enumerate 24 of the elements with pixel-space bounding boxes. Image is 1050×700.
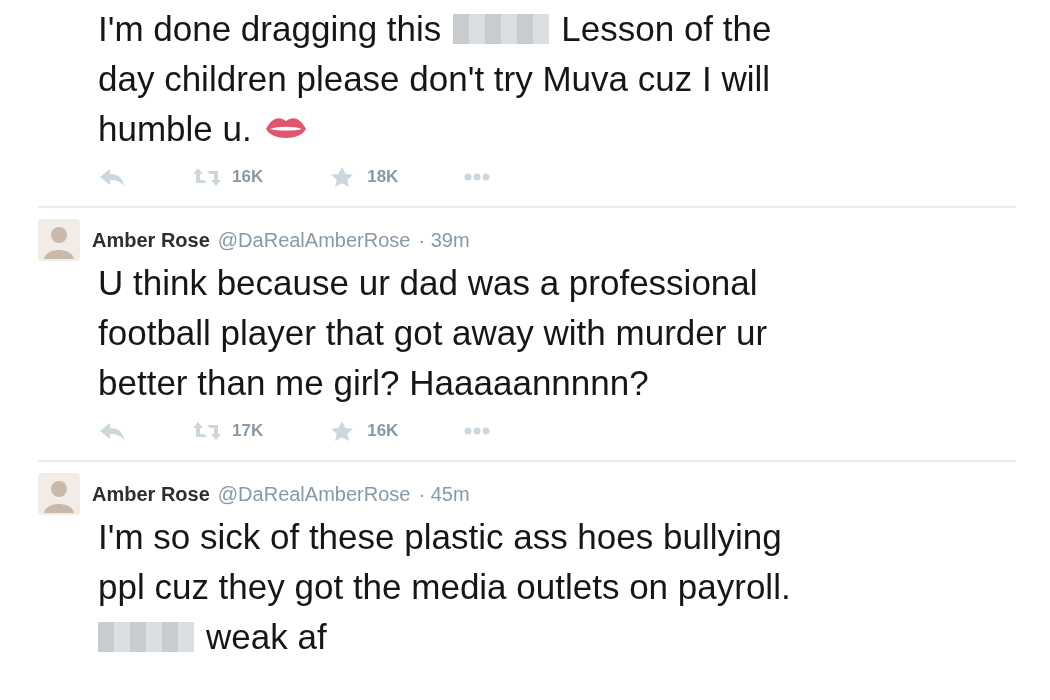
favorite-button[interactable]: 16K bbox=[327, 420, 399, 442]
avatar-icon[interactable] bbox=[38, 473, 80, 515]
retweet-icon bbox=[192, 166, 222, 188]
tweet-text: I'm so sick of these plastic ass hoes bullying bbox=[98, 516, 782, 558]
author-name[interactable]: Amber Rose bbox=[92, 482, 210, 506]
tweet-text: I'm done dragging this bbox=[98, 8, 442, 50]
tweet-text: Lesson of the bbox=[561, 8, 772, 50]
tweet-time[interactable]: · 45m bbox=[418, 482, 470, 506]
tweet-text: ppl cuz they got the media outlets on payroll. bbox=[98, 566, 791, 608]
tweet-time[interactable]: · 39m bbox=[418, 228, 470, 252]
tweet-text: weak af bbox=[206, 616, 327, 658]
avatar-icon[interactable] bbox=[38, 219, 80, 261]
tweet-text: better than me girl? Haaaaannnnn? bbox=[98, 362, 649, 404]
retweet-button[interactable]: 17K bbox=[192, 420, 264, 442]
tweet-text: day children please don't try Muva cuz I will bbox=[98, 58, 770, 100]
retweet-icon bbox=[192, 420, 222, 442]
favorite-button[interactable]: 18K bbox=[327, 166, 399, 188]
author-handle[interactable]: @DaRealAmberRose bbox=[217, 228, 411, 252]
author-handle[interactable]: @DaRealAmberRose bbox=[217, 482, 411, 506]
tweet-text: football player that got away with murder ur bbox=[98, 312, 768, 354]
tweet-text: humble u. bbox=[98, 108, 252, 150]
tweet-text: U think because ur dad was a professional bbox=[98, 262, 758, 304]
author-name[interactable]: Amber Rose bbox=[92, 228, 210, 252]
retweet-button[interactable]: 16K bbox=[192, 166, 264, 188]
